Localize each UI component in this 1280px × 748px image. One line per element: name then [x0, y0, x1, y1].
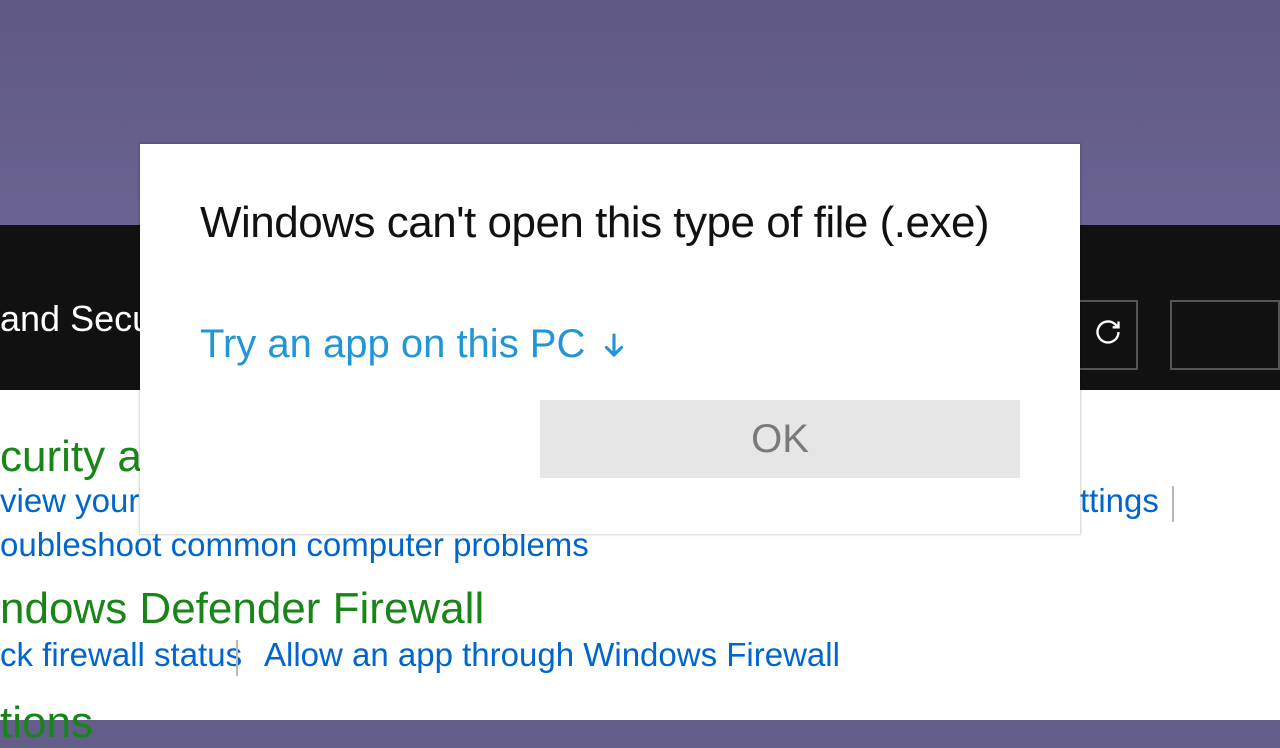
dialog-title: Windows can't open this type of file (.e…	[200, 198, 1020, 248]
open-with-dialog: Windows can't open this type of file (.e…	[140, 144, 1080, 534]
chevron-down-icon	[599, 330, 629, 360]
try-app-on-pc-label: Try an app on this PC	[200, 322, 585, 367]
ok-button[interactable]: OK	[540, 400, 1020, 478]
try-app-on-pc-link[interactable]: Try an app on this PC	[200, 322, 1020, 367]
modal-overlay: Windows can't open this type of file (.e…	[0, 0, 1280, 720]
